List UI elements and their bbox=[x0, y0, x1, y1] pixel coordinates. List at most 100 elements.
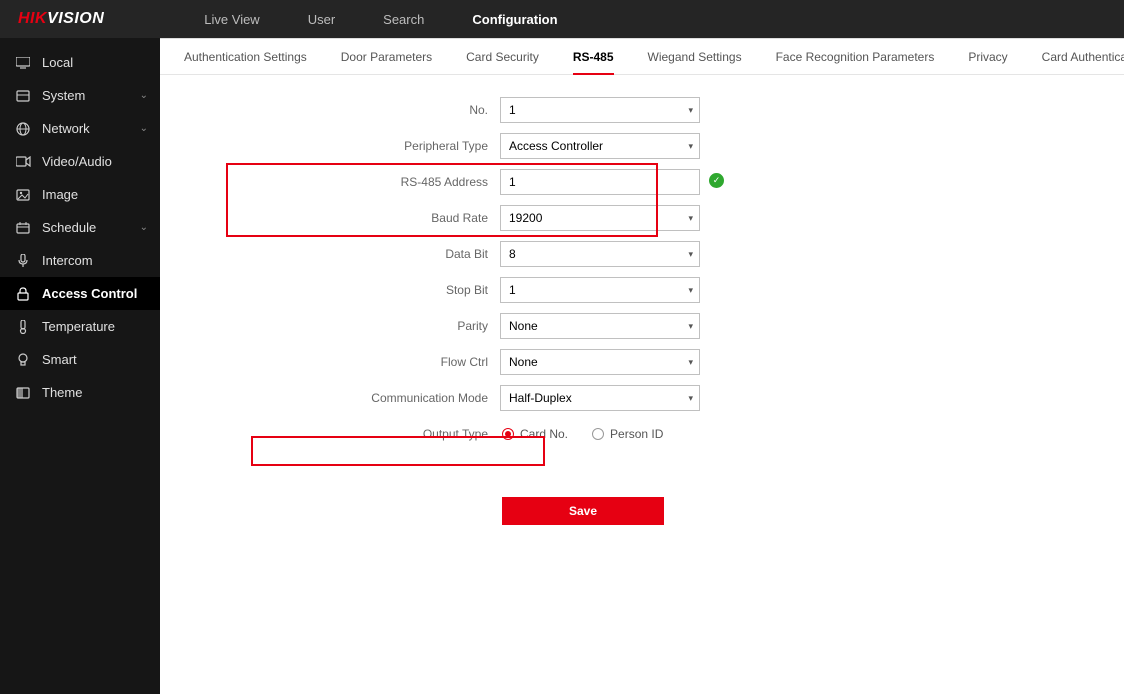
form-area: No. 1▾ Peripheral Type Access Controller… bbox=[160, 75, 1124, 525]
row-no: No. 1▾ bbox=[160, 97, 1124, 123]
tab-card-security[interactable]: Card Security bbox=[466, 40, 539, 74]
sidebar-label-image: Image bbox=[42, 187, 146, 202]
select-communication-mode-value: Half-Duplex bbox=[509, 391, 572, 405]
sidebar-item-intercom[interactable]: Intercom bbox=[0, 244, 160, 277]
select-baud-rate[interactable]: 19200 ▾ bbox=[500, 205, 700, 231]
chevron-down-icon: ▾ bbox=[688, 141, 693, 152]
radio-dot-icon bbox=[502, 428, 514, 440]
sidebar-label-schedule: Schedule bbox=[42, 220, 146, 235]
label-output-type: Output Type bbox=[160, 427, 500, 441]
label-data-bit: Data Bit bbox=[160, 247, 500, 261]
row-save: Save bbox=[160, 457, 1124, 525]
select-no-value: 1 bbox=[509, 103, 516, 117]
row-data-bit: Data Bit 8▾ bbox=[160, 241, 1124, 267]
sidebar-label-local: Local bbox=[42, 55, 146, 70]
image-icon bbox=[14, 188, 32, 202]
nav-configuration[interactable]: Configuration bbox=[472, 12, 557, 27]
sidebar-item-access-control[interactable]: Access Control bbox=[0, 277, 160, 310]
sidebar-label-system: System bbox=[42, 88, 146, 103]
select-peripheral-type-value: Access Controller bbox=[509, 139, 603, 153]
tab-privacy[interactable]: Privacy bbox=[968, 40, 1007, 74]
sub-tabs: Authentication Settings Door Parameters … bbox=[160, 39, 1124, 75]
tab-rs-485[interactable]: RS-485 bbox=[573, 40, 614, 74]
sidebar-item-system[interactable]: System ⌄ bbox=[0, 79, 160, 112]
radio-label-card-no: Card No. bbox=[520, 427, 568, 441]
select-communication-mode[interactable]: Half-Duplex ▾ bbox=[500, 385, 700, 411]
row-rs485-address: RS-485 Address ✓ bbox=[160, 169, 1124, 195]
chevron-down-icon: ▾ bbox=[688, 213, 693, 224]
sidebar-item-schedule[interactable]: Schedule ⌄ bbox=[0, 211, 160, 244]
tab-wiegand-settings[interactable]: Wiegand Settings bbox=[648, 40, 742, 74]
nav-search[interactable]: Search bbox=[383, 12, 424, 27]
top-nav: Live View User Search Configuration bbox=[204, 12, 557, 27]
label-baud-rate: Baud Rate bbox=[160, 211, 500, 225]
row-peripheral-type: Peripheral Type Access Controller ▾ bbox=[160, 133, 1124, 159]
video-icon bbox=[14, 155, 32, 169]
row-baud-rate: Baud Rate 19200 ▾ bbox=[160, 205, 1124, 231]
sidebar-label-intercom: Intercom bbox=[42, 253, 146, 268]
theme-icon bbox=[14, 386, 32, 400]
thermometer-icon bbox=[14, 320, 32, 334]
globe-icon bbox=[14, 122, 32, 136]
logo-hik: HIK bbox=[18, 10, 47, 27]
select-baud-rate-value: 19200 bbox=[509, 211, 542, 225]
sidebar-label-smart: Smart bbox=[42, 352, 146, 367]
tab-door-parameters[interactable]: Door Parameters bbox=[341, 40, 432, 74]
sidebar-label-theme: Theme bbox=[42, 385, 146, 400]
tab-authentication-settings[interactable]: Authentication Settings bbox=[184, 40, 307, 74]
select-no[interactable]: 1▾ bbox=[500, 97, 700, 123]
select-data-bit-value: 8 bbox=[509, 247, 516, 261]
sidebar: Local System ⌄ Network ⌄ Video/Audio Ima… bbox=[0, 38, 160, 694]
select-stop-bit[interactable]: 1▾ bbox=[500, 277, 700, 303]
top-bar: HIKVISION Live View User Search Configur… bbox=[0, 0, 1124, 38]
label-parity: Parity bbox=[160, 319, 500, 333]
sidebar-label-access-control: Access Control bbox=[42, 286, 146, 301]
system-icon bbox=[14, 89, 32, 103]
nav-user[interactable]: User bbox=[308, 12, 335, 27]
tab-card-authentication-settings[interactable]: Card Authentication Settings bbox=[1042, 40, 1124, 74]
label-peripheral-type: Peripheral Type bbox=[160, 139, 500, 153]
sidebar-label-temperature: Temperature bbox=[42, 319, 146, 334]
row-communication-mode: Communication Mode Half-Duplex ▾ bbox=[160, 385, 1124, 411]
logo: HIKVISION bbox=[18, 10, 104, 28]
select-flow-ctrl[interactable]: None▾ bbox=[500, 349, 700, 375]
sidebar-item-image[interactable]: Image bbox=[0, 178, 160, 211]
logo-vision: VISION bbox=[47, 10, 104, 27]
label-stop-bit: Stop Bit bbox=[160, 283, 500, 297]
label-flow-ctrl: Flow Ctrl bbox=[160, 355, 500, 369]
sidebar-item-local[interactable]: Local bbox=[0, 46, 160, 79]
radio-person-id[interactable]: Person ID bbox=[592, 427, 663, 441]
label-rs485-address: RS-485 Address bbox=[160, 175, 500, 189]
row-flow-ctrl: Flow Ctrl None▾ bbox=[160, 349, 1124, 375]
sidebar-label-video-audio: Video/Audio bbox=[42, 154, 146, 169]
tab-face-recognition-parameters[interactable]: Face Recognition Parameters bbox=[776, 40, 935, 74]
sidebar-item-video-audio[interactable]: Video/Audio bbox=[0, 145, 160, 178]
chevron-down-icon: ⌄ bbox=[140, 123, 148, 134]
input-rs485-address[interactable] bbox=[500, 169, 700, 195]
mic-icon bbox=[14, 254, 32, 268]
chevron-down-icon: ▾ bbox=[688, 393, 693, 404]
calendar-icon bbox=[14, 221, 32, 235]
select-stop-bit-value: 1 bbox=[509, 283, 516, 297]
main-layout: Local System ⌄ Network ⌄ Video/Audio Ima… bbox=[0, 38, 1124, 694]
sidebar-item-network[interactable]: Network ⌄ bbox=[0, 112, 160, 145]
radio-card-no[interactable]: Card No. bbox=[502, 427, 568, 441]
label-communication-mode: Communication Mode bbox=[160, 391, 500, 405]
nav-live-view[interactable]: Live View bbox=[204, 12, 259, 27]
chevron-down-icon: ⌄ bbox=[140, 222, 148, 233]
save-button[interactable]: Save bbox=[502, 497, 664, 525]
bulb-icon bbox=[14, 353, 32, 367]
row-stop-bit: Stop Bit 1▾ bbox=[160, 277, 1124, 303]
sidebar-item-theme[interactable]: Theme bbox=[0, 376, 160, 409]
select-peripheral-type[interactable]: Access Controller ▾ bbox=[500, 133, 700, 159]
sidebar-item-temperature[interactable]: Temperature bbox=[0, 310, 160, 343]
chevron-down-icon: ▾ bbox=[688, 321, 693, 332]
row-output-type: Output Type Card No. Person ID bbox=[160, 421, 1124, 447]
sidebar-item-smart[interactable]: Smart bbox=[0, 343, 160, 376]
select-data-bit[interactable]: 8▾ bbox=[500, 241, 700, 267]
chevron-down-icon: ▾ bbox=[688, 285, 693, 296]
select-parity[interactable]: None▾ bbox=[500, 313, 700, 339]
radio-label-person-id: Person ID bbox=[610, 427, 663, 441]
chevron-down-icon: ⌄ bbox=[140, 90, 148, 101]
radio-circle-icon bbox=[592, 428, 604, 440]
